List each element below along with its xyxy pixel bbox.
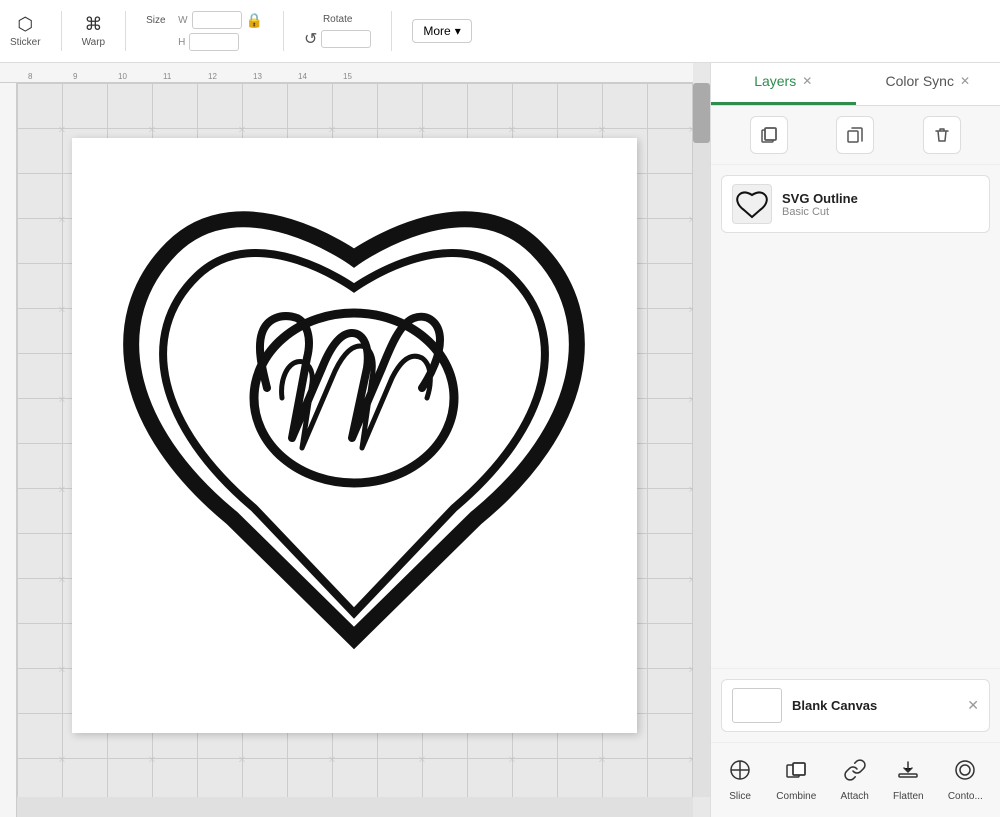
slice-label: Slice [729,791,751,802]
attach-btn[interactable]: Attach [833,753,877,807]
copy-layer-btn[interactable] [836,116,874,154]
ruler-mark-13: 13 [253,72,262,81]
flatten-btn[interactable]: Flatten [885,753,932,807]
lock-icon[interactable]: 🔒 [246,12,263,29]
scrollbar-right[interactable] [693,83,710,797]
rotate-icon: ↺ [304,29,317,49]
toolbar: ⬡ Sticker ⌘ Warp Size W 🔒 H Rotate ↺ Mor… [0,0,1000,63]
duplicate-layer-btn[interactable] [750,116,788,154]
attach-label: Attach [841,791,869,802]
layer-thumbnail-svg [732,184,772,224]
right-panel: Layers ✕ Color Sync ✕ [710,63,1000,817]
separator-1 [61,11,62,51]
delete-layer-btn[interactable] [923,116,961,154]
ruler-top: 8 9 10 11 12 13 14 15 [0,63,693,83]
flatten-icon [896,758,920,788]
rotate-group: Rotate ↺ [304,14,371,49]
layer-item-svg-outline[interactable]: SVG Outline Basic Cut [721,175,990,233]
rotate-input[interactable] [321,30,371,48]
height-input[interactable] [189,33,239,51]
ruler-mark-9: 9 [73,72,77,81]
combine-label: Combine [776,791,816,802]
layer-type: Basic Cut [782,206,979,218]
combine-btn[interactable]: Combine [768,753,824,807]
ruler-mark-12: 12 [208,72,217,81]
width-w-label: W [178,15,187,26]
flatten-label: Flatten [893,791,924,802]
slice-icon [728,758,752,788]
contour-label: Conto... [948,791,983,802]
ruler-mark-10: 10 [118,72,127,81]
more-label: More [423,24,450,38]
ruler-left: 123456789101112 [0,83,17,817]
more-button[interactable]: More ▾ [412,19,471,43]
ruler-mark-15: 15 [343,72,352,81]
height-h-label: H [178,37,185,48]
width-input[interactable] [192,11,242,29]
scrollbar-thumb-v[interactable] [693,83,710,143]
tab-color-sync[interactable]: Color Sync ✕ [856,63,1000,105]
rotate-label: Rotate [323,14,352,25]
white-canvas [72,138,637,733]
tab-color-sync-close[interactable]: ✕ [960,74,970,88]
blank-canvas-label: Blank Canvas [792,698,877,713]
layers-list: SVG Outline Basic Cut [711,165,1000,668]
warp-tool[interactable]: ⌘ Warp [82,14,106,48]
ruler-v-marks: 123456789101112 [1,123,17,131]
layer-info: SVG Outline Basic Cut [782,191,979,218]
tab-color-sync-label: Color Sync [885,73,953,89]
sticker-tool[interactable]: ⬡ Sticker [10,14,41,48]
separator-4 [391,11,392,51]
canvas-area[interactable]: 8 9 10 11 12 13 14 15 123456789101112 [0,63,710,817]
ruler-mark-8: 8 [28,72,32,81]
sticker-icon: ⬡ [17,14,33,35]
sticker-label: Sticker [10,37,41,48]
ruler-mark-14: 14 [298,72,307,81]
bottom-actions: Slice Combine Attach Flatten [711,742,1000,817]
layer-thumb-heart [735,187,769,221]
separator-3 [283,11,284,51]
blank-canvas-item[interactable]: Blank Canvas ✕ [721,679,990,732]
attach-icon [843,758,867,788]
main-area: 8 9 10 11 12 13 14 15 123456789101112 [0,63,1000,817]
tab-layers-label: Layers [754,73,796,89]
more-chevron-icon: ▾ [455,24,461,38]
tab-layers-close[interactable]: ✕ [802,74,812,88]
tab-layers[interactable]: Layers ✕ [711,63,856,105]
size-row-w: Size W 🔒 [146,11,263,29]
contour-btn[interactable]: Conto... [940,753,991,807]
copy-icon [845,125,865,145]
delete-icon [932,125,952,145]
combine-icon [784,758,808,788]
panel-tabs: Layers ✕ Color Sync ✕ [711,63,1000,106]
slice-btn[interactable]: Slice [720,753,760,807]
warp-icon: ⌘ [84,14,102,35]
contour-icon [953,758,977,788]
ruler-mark-11: 11 [163,72,171,81]
warp-label: Warp [82,37,106,48]
size-label: Size [146,15,174,26]
layer-name: SVG Outline [782,191,979,206]
blank-canvas-close-btn[interactable]: ✕ [967,697,979,714]
size-group: Size W 🔒 H [146,11,263,51]
duplicate-icon [759,125,779,145]
blank-canvas-thumb [732,688,782,723]
heart-w-svg [92,158,617,713]
layer-actions [711,106,1000,165]
grid-canvas [17,83,693,797]
blank-canvas-section: Blank Canvas ✕ [711,668,1000,742]
scrollbar-bottom[interactable] [17,797,693,817]
size-row-h: H [146,33,263,51]
separator-2 [125,11,126,51]
